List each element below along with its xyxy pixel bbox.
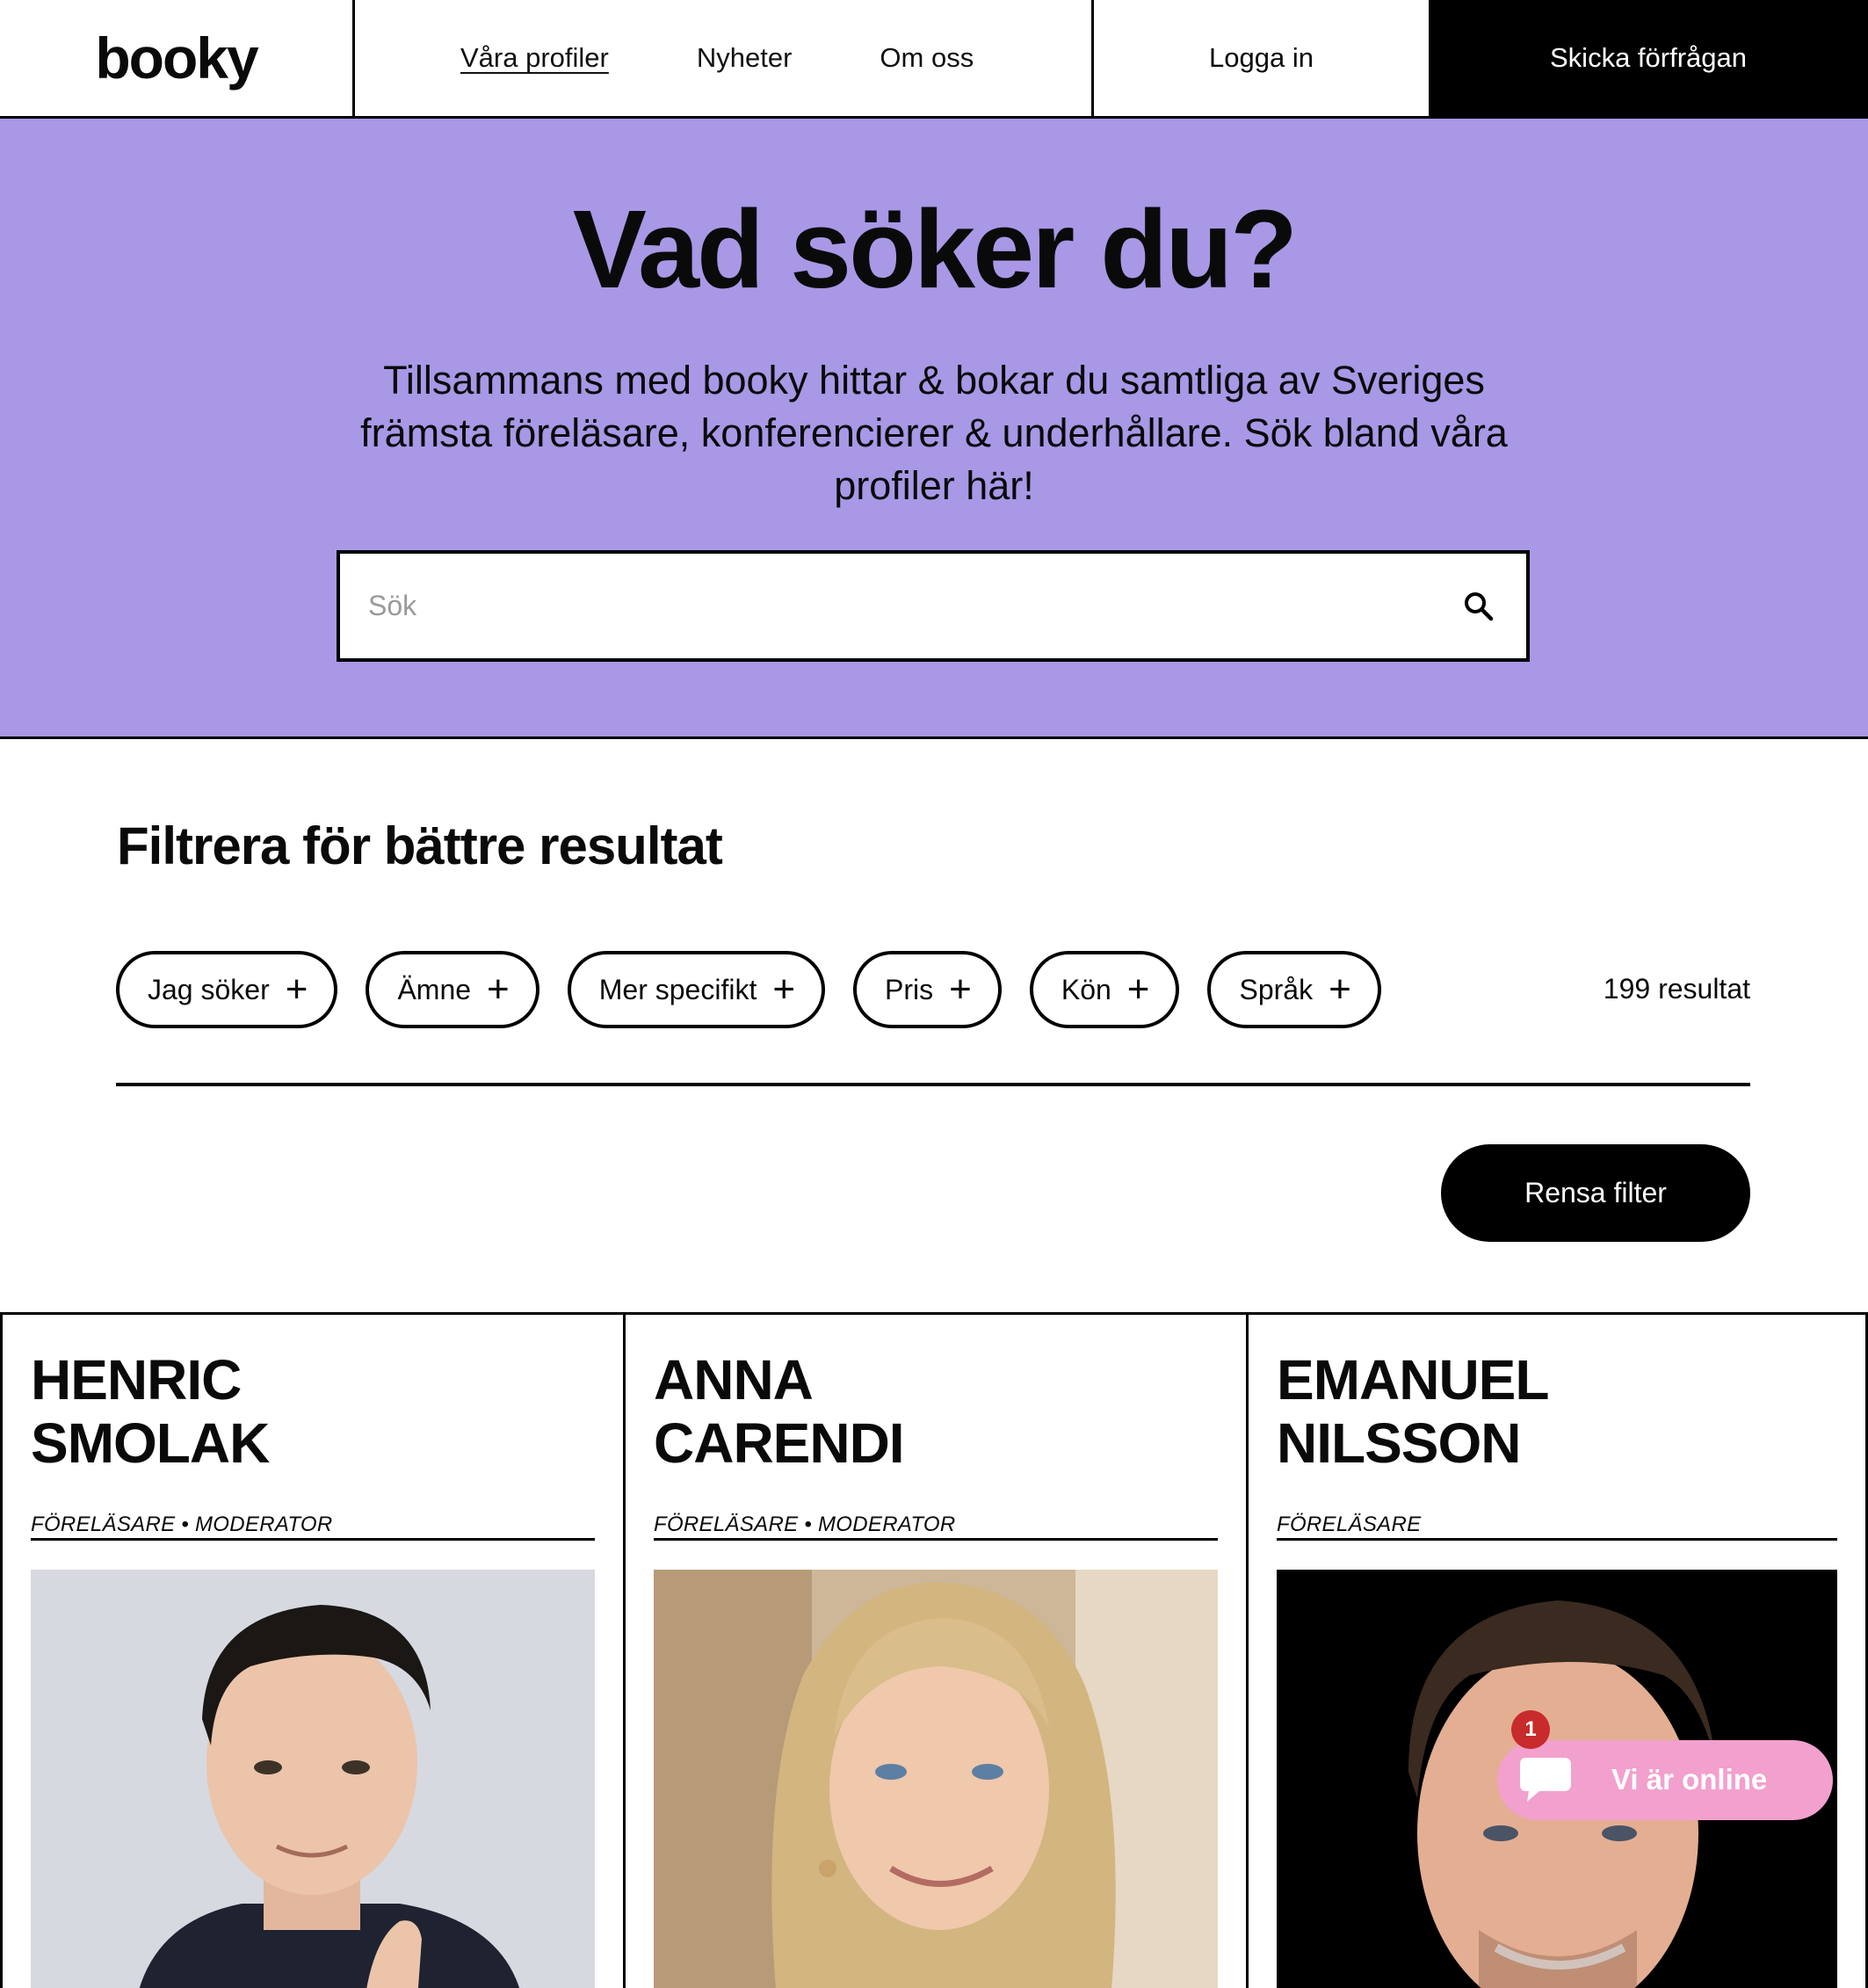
divider	[654, 1538, 1218, 1541]
filter-chip-sprak[interactable]: Språk +	[1207, 951, 1381, 1028]
profile-card[interactable]: ANNA CARENDI FÖRELÄSARE • MODERATOR	[623, 1315, 1246, 1988]
filter-chips: Jag söker + Ämne + Mer specifikt + Pris …	[116, 951, 1381, 1028]
profile-name: EMANUEL NILSSON	[1277, 1348, 1549, 1475]
filter-chip-pris[interactable]: Pris +	[853, 951, 1002, 1028]
search-input[interactable]	[368, 590, 1379, 622]
plus-icon: +	[949, 968, 972, 1011]
filter-chip-label: Pris	[885, 973, 934, 1005]
profile-first-name: ANNA	[654, 1348, 814, 1411]
login-link[interactable]: Logga in	[1094, 0, 1429, 116]
profile-last-name: CARENDI	[654, 1411, 905, 1475]
divider	[31, 1538, 595, 1541]
chat-bubble-icon	[1518, 1752, 1576, 1807]
clear-filter-button[interactable]: Rensa filter	[1441, 1144, 1750, 1242]
notification-badge: 1	[1511, 1710, 1550, 1749]
plus-icon: +	[1126, 968, 1150, 1011]
filter-chip-amne[interactable]: Ämne +	[366, 951, 539, 1028]
plus-icon: +	[285, 968, 308, 1011]
profile-last-name: NILSSON	[1277, 1411, 1521, 1475]
logo[interactable]: booky	[0, 0, 355, 116]
profile-name: ANNA CARENDI	[654, 1348, 905, 1475]
profile-photo[interactable]	[31, 1570, 595, 1988]
profile-roles: FÖRELÄSARE	[1277, 1513, 1422, 1536]
divider	[116, 1083, 1750, 1086]
hero-section: Vad söker du? Tillsammans med booky hitt…	[0, 119, 1868, 739]
profile-photo[interactable]	[654, 1570, 1218, 1988]
filter-heading: Filtrera för bättre resultat	[117, 816, 723, 875]
profile-card[interactable]: HENRIC SMOLAK FÖRELÄSARE • MODERATOR	[0, 1315, 623, 1988]
divider	[1277, 1538, 1837, 1541]
hero-title: Vad söker du?	[572, 187, 1298, 311]
plus-icon: +	[487, 968, 510, 1011]
profile-first-name: HENRIC	[31, 1348, 242, 1411]
logo-text[interactable]: booky	[95, 25, 258, 91]
filter-chip-label: Kön	[1061, 973, 1111, 1005]
filter-chip-kon[interactable]: Kön +	[1029, 951, 1180, 1028]
profile-last-name: SMOLAK	[31, 1411, 270, 1475]
filter-chip-label: Språk	[1239, 973, 1314, 1005]
plus-icon: +	[772, 968, 796, 1011]
nav-link-profiles[interactable]: Våra profiler	[460, 42, 609, 74]
chat-widget[interactable]: Vi är online	[1497, 1740, 1833, 1820]
top-navigation: booky Våra profiler Nyheter Om oss Logga…	[0, 0, 1868, 119]
filter-chip-mer-specifikt[interactable]: Mer specifikt +	[567, 951, 826, 1028]
profile-card[interactable]: EMANUEL NILSSON FÖRELÄSARE	[1246, 1315, 1868, 1988]
profile-roles: FÖRELÄSARE • MODERATOR	[31, 1513, 333, 1536]
nav-link-about[interactable]: Om oss	[880, 42, 974, 74]
profile-roles: FÖRELÄSARE • MODERATOR	[654, 1513, 956, 1536]
results-count: 199 resultat	[1603, 973, 1750, 1005]
nav-link-news[interactable]: Nyheter	[697, 42, 793, 74]
search-icon[interactable]	[1461, 589, 1496, 624]
profile-first-name: EMANUEL	[1277, 1348, 1549, 1411]
search-bar	[337, 550, 1530, 662]
hero-description: Tillsammans med booky hittar & bokar du …	[360, 358, 1508, 508]
send-request-button[interactable]: Skicka förfrågan	[1429, 0, 1868, 116]
profile-name: HENRIC SMOLAK	[31, 1348, 270, 1475]
filter-chip-label: Mer specifikt	[598, 973, 757, 1005]
main-menu: Våra profiler Nyheter Om oss	[355, 0, 1094, 116]
filter-chip-label: Ämne	[397, 973, 472, 1005]
profile-grid: HENRIC SMOLAK FÖRELÄSARE • MODERATOR ANN…	[0, 1312, 1868, 1988]
chat-label: Vi är online	[1611, 1763, 1768, 1796]
filter-chip-label: Jag söker	[148, 973, 270, 1005]
plus-icon: +	[1329, 968, 1351, 1011]
filter-chip-jag-soker[interactable]: Jag söker +	[116, 951, 338, 1028]
